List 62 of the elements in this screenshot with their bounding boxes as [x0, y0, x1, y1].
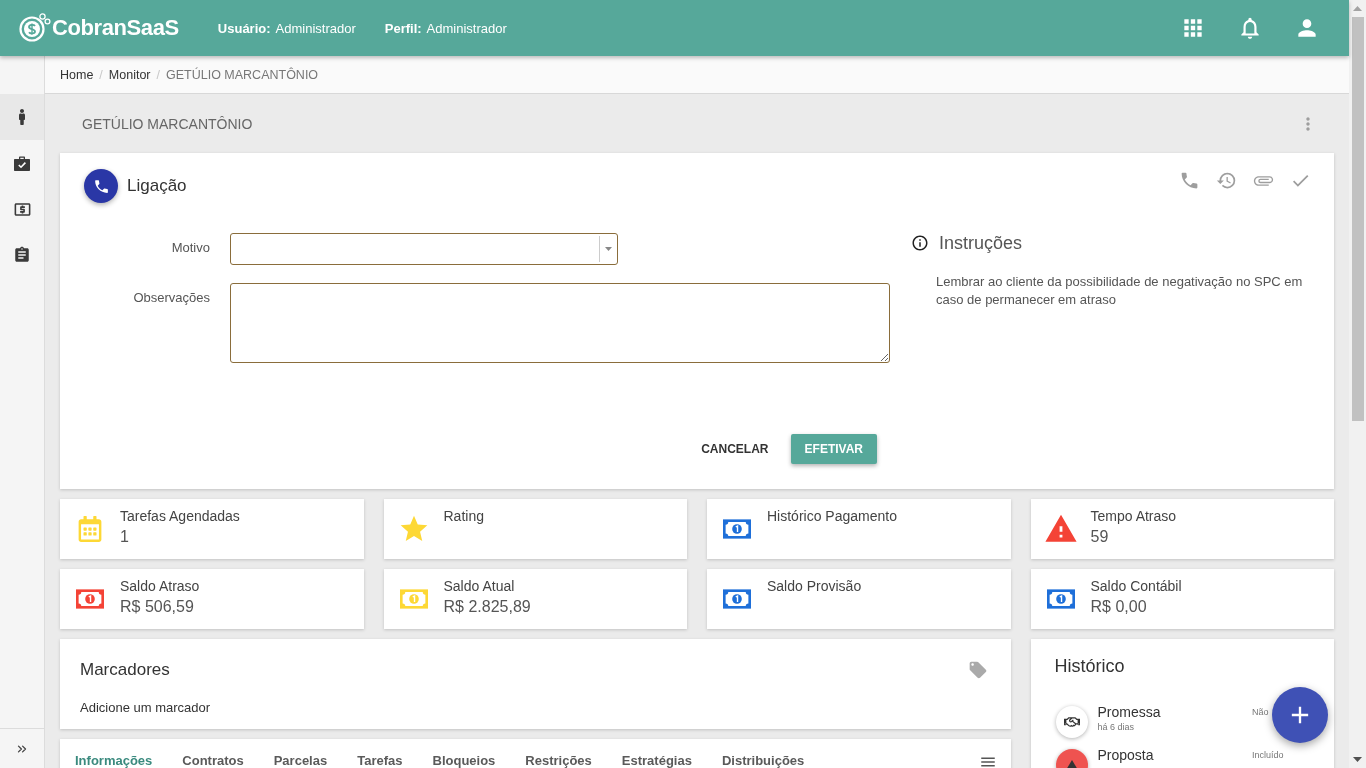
- phone-icon[interactable]: [1179, 170, 1200, 191]
- instructions-text: Lembrar ao cliente da possibilidade de negativação no SPC em caso de permanecer em atraso: [936, 273, 1304, 309]
- add-tag-text[interactable]: Adicione um marcador: [80, 700, 211, 715]
- user-name: Administrador: [275, 20, 356, 36]
- history-icon[interactable]: [1216, 170, 1237, 191]
- motive-select[interactable]: [230, 233, 618, 265]
- field-label: Motivo: [171, 239, 210, 257]
- tab[interactable]: Estratégias: [606, 753, 707, 768]
- stat-value: 59: [1090, 527, 1110, 547]
- stat-label: Tempo Atraso: [1090, 508, 1177, 525]
- stat-label: Saldo Atraso: [120, 578, 200, 595]
- breadcrumb-link[interactable]: Monitor: [108, 67, 151, 82]
- tab[interactable]: Restrições: [510, 753, 607, 768]
- breadcrumb-link[interactable]: Home: [60, 67, 94, 82]
- scrollbar-thumb[interactable]: [1351, 17, 1364, 421]
- scroll-up-icon[interactable]: [1353, 6, 1362, 11]
- briefcase-check-icon: [14, 155, 30, 171]
- clipboard-icon: [13, 246, 31, 264]
- stat-label: Saldo Contábil: [1090, 578, 1182, 595]
- cancel-button[interactable]: CANCELAR: [689, 434, 781, 464]
- info-icon: [911, 234, 929, 252]
- stat-label: Histórico Pagamento: [767, 508, 897, 525]
- stat-value: R$ 506,59: [120, 597, 195, 617]
- field-label: Observações: [133, 289, 210, 307]
- card-title: Histórico: [1054, 655, 1126, 677]
- tab[interactable]: Bloqueios: [417, 753, 511, 768]
- stat-label: Rating: [443, 508, 484, 525]
- stat-label: Tarefas Agendadas: [120, 508, 240, 525]
- user-label: Usuário:: [217, 20, 271, 36]
- history-title: Proposta: [1097, 747, 1155, 763]
- tab[interactable]: Distribuições: [706, 753, 820, 768]
- stat-value: 1: [120, 527, 130, 547]
- card-title: Ligação: [127, 176, 187, 196]
- tab[interactable]: Parcelas: [258, 753, 343, 768]
- history-time: há 6 dias: [1097, 722, 1136, 732]
- notes-textarea[interactable]: [230, 283, 890, 363]
- breadcrumb-separator: /: [98, 67, 104, 82]
- scroll-down-icon[interactable]: [1353, 757, 1362, 762]
- coin-logo-icon: [19, 13, 51, 43]
- breadcrumb-separator: /: [155, 67, 161, 82]
- history-status: Incluído: [1252, 749, 1285, 760]
- tab[interactable]: Tarefas: [342, 753, 418, 768]
- profile-name: Administrador: [426, 20, 507, 36]
- history-status: Não: [1252, 706, 1270, 717]
- profile-label: Perfil:: [384, 20, 422, 36]
- brand-name: CobranSaaS: [52, 15, 179, 41]
- breadcrumb-link[interactable]: GETÚLIO MARCANTÔNIO: [166, 67, 319, 82]
- history-title: Promessa: [1097, 704, 1162, 720]
- tab[interactable]: Informações: [60, 753, 168, 768]
- tag-icon[interactable]: [967, 660, 988, 680]
- caret-down-icon: [605, 247, 612, 251]
- card-title: Marcadores: [80, 660, 170, 680]
- scrollbar[interactable]: [1349, 0, 1366, 768]
- stat-value: R$ 0,00: [1090, 597, 1148, 617]
- stat-label: Saldo Atual: [443, 578, 516, 595]
- instructions-title: Instruções: [939, 232, 1023, 254]
- sidebar-item[interactable]: [0, 94, 44, 140]
- stat-label: Saldo Provisão: [767, 578, 862, 595]
- phone-icon: [84, 169, 118, 203]
- page-title: GETÚLIO MARCANTÔNIO: [82, 115, 253, 132]
- stat-value: R$ 2.825,89: [443, 597, 531, 617]
- tab[interactable]: Contratos: [167, 753, 259, 768]
